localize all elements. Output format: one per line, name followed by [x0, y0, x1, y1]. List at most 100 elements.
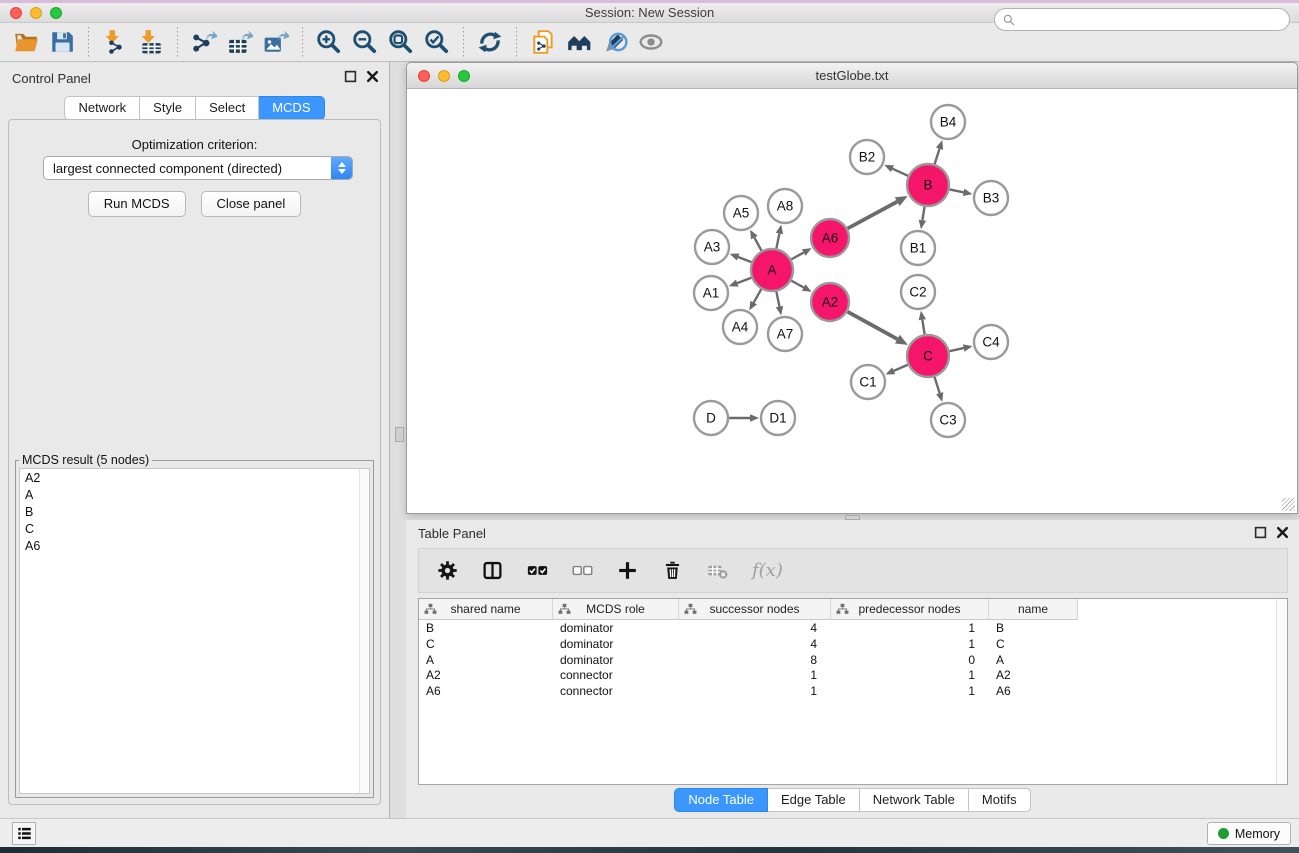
- home-layout-button[interactable]: [561, 25, 597, 59]
- table-cell[interactable]: dominator: [553, 652, 679, 668]
- duplicate-network-button[interactable]: [525, 25, 561, 59]
- table-cell[interactable]: B: [989, 620, 1078, 636]
- export-table-button[interactable]: [222, 25, 258, 59]
- table-cell[interactable]: C: [419, 636, 553, 652]
- table-cell[interactable]: connector: [553, 683, 679, 699]
- tab-network-table[interactable]: Network Table: [860, 788, 969, 812]
- edge-A-A5[interactable]: [750, 230, 761, 251]
- node-A6[interactable]: A6: [811, 219, 849, 257]
- refresh-button[interactable]: [472, 25, 508, 59]
- tab-edge-table[interactable]: Edge Table: [768, 788, 860, 812]
- edge-A-A4[interactable]: [749, 289, 761, 310]
- table-cell[interactable]: 1: [679, 667, 831, 683]
- node-A1[interactable]: A1: [694, 276, 728, 310]
- edge-C-C1[interactable]: [885, 365, 907, 375]
- node-A2[interactable]: A2: [811, 283, 849, 321]
- table-cell[interactable]: 4: [679, 620, 831, 636]
- table-cell[interactable]: dominator: [553, 620, 679, 636]
- mcds-result-item[interactable]: A: [20, 486, 369, 503]
- mcds-result-item[interactable]: C: [20, 520, 369, 537]
- columns-button[interactable]: [482, 560, 503, 581]
- table-row[interactable]: Adominator80A: [419, 652, 1287, 668]
- delete-table-button[interactable]: [707, 560, 728, 581]
- mcds-result-item[interactable]: A6: [20, 537, 369, 554]
- vertical-splitter-handle[interactable]: [395, 427, 404, 442]
- save-session-button[interactable]: [44, 25, 80, 59]
- node-B1[interactable]: B1: [901, 231, 935, 265]
- export-network-button[interactable]: [186, 25, 222, 59]
- add-row-button[interactable]: [617, 560, 638, 581]
- table-cell[interactable]: B: [419, 620, 553, 636]
- tab-style[interactable]: Style: [140, 96, 196, 120]
- edge-A-A3[interactable]: [730, 254, 752, 263]
- close-panel-icon[interactable]: [366, 70, 379, 83]
- column-header-successor-nodes[interactable]: successor nodes: [679, 599, 831, 620]
- edge-A-A7[interactable]: [776, 292, 783, 316]
- function-builder-button[interactable]: f(x): [752, 560, 783, 581]
- close-table-panel-icon[interactable]: [1276, 526, 1289, 539]
- column-header-name[interactable]: name: [989, 599, 1078, 620]
- zoom-out-button[interactable]: [347, 25, 383, 59]
- column-header-MCDS-role[interactable]: MCDS role: [553, 599, 679, 620]
- gear-button[interactable]: [437, 560, 458, 581]
- mcds-result-list[interactable]: A2ABCA6: [19, 468, 370, 794]
- edge-A2-C[interactable]: [848, 312, 908, 345]
- import-table-button[interactable]: [133, 25, 169, 59]
- node-A7[interactable]: A7: [768, 317, 802, 351]
- table-row[interactable]: A6connector11A6: [419, 683, 1287, 699]
- table-scrollbar[interactable]: [1276, 599, 1287, 784]
- show-details-button[interactable]: [633, 25, 669, 59]
- memory-button[interactable]: Memory: [1207, 822, 1291, 845]
- edge-B-B4[interactable]: [935, 140, 943, 164]
- table-cell[interactable]: A: [419, 652, 553, 668]
- edge-B-B2[interactable]: [884, 165, 908, 176]
- zoom-fit-button[interactable]: [383, 25, 419, 59]
- tab-motifs[interactable]: Motifs: [969, 788, 1031, 812]
- node-A3[interactable]: A3: [695, 230, 729, 264]
- column-header-shared-name[interactable]: shared name: [419, 599, 553, 620]
- node-A4[interactable]: A4: [723, 310, 757, 344]
- tab-network[interactable]: Network: [64, 96, 140, 120]
- node-B2[interactable]: B2: [850, 140, 884, 174]
- float-table-panel-icon[interactable]: [1254, 526, 1267, 539]
- table-row[interactable]: A2connector11A2: [419, 667, 1287, 683]
- tab-mcds[interactable]: MCDS: [259, 96, 324, 120]
- node-A5[interactable]: A5: [724, 196, 758, 230]
- table-cell[interactable]: A6: [419, 683, 553, 699]
- table-cell[interactable]: connector: [553, 667, 679, 683]
- table-cell[interactable]: 1: [679, 683, 831, 699]
- mcds-result-item[interactable]: B: [20, 503, 369, 520]
- close-panel-button[interactable]: Close panel: [201, 191, 302, 217]
- search-box[interactable]: [994, 8, 1290, 31]
- node-B3[interactable]: B3: [974, 181, 1008, 215]
- edge-A-A6[interactable]: [791, 248, 811, 259]
- node-A[interactable]: A: [751, 249, 793, 291]
- tab-select[interactable]: Select: [196, 96, 259, 120]
- zoom-selected-button[interactable]: [419, 25, 455, 59]
- edge-A-A1[interactable]: [729, 278, 752, 287]
- edge-B-B1[interactable]: [919, 207, 926, 230]
- node-C[interactable]: C: [907, 335, 949, 377]
- edge-C-C3[interactable]: [935, 377, 944, 402]
- table-cell[interactable]: 4: [679, 636, 831, 652]
- table-cell[interactable]: 1: [831, 636, 989, 652]
- node-C3[interactable]: C3: [931, 403, 965, 437]
- result-list-scrollbar[interactable]: [359, 469, 369, 793]
- table-cell[interactable]: A: [989, 652, 1078, 668]
- tab-node-table[interactable]: Node Table: [674, 788, 768, 812]
- network-canvas[interactable]: B4B2BB3A8A5A6A3B1AA1C2A2A4A7C4CC1DD1C3: [407, 90, 1297, 513]
- table-cell[interactable]: 0: [831, 652, 989, 668]
- search-input[interactable]: [1020, 13, 1289, 27]
- edge-A6-B[interactable]: [848, 196, 908, 229]
- table-cell[interactable]: A6: [989, 683, 1078, 699]
- column-header-predecessor-nodes[interactable]: predecessor nodes: [831, 599, 989, 620]
- float-panel-icon[interactable]: [344, 70, 357, 83]
- node-D1[interactable]: D1: [761, 401, 795, 435]
- table-cell[interactable]: A2: [419, 667, 553, 683]
- node-D[interactable]: D: [694, 401, 728, 435]
- delete-row-button[interactable]: [662, 560, 683, 581]
- table-row[interactable]: Cdominator41C: [419, 636, 1287, 652]
- edge-D-D1[interactable]: [729, 414, 759, 422]
- node-C2[interactable]: C2: [901, 275, 935, 309]
- show-columns-button[interactable]: [527, 560, 548, 581]
